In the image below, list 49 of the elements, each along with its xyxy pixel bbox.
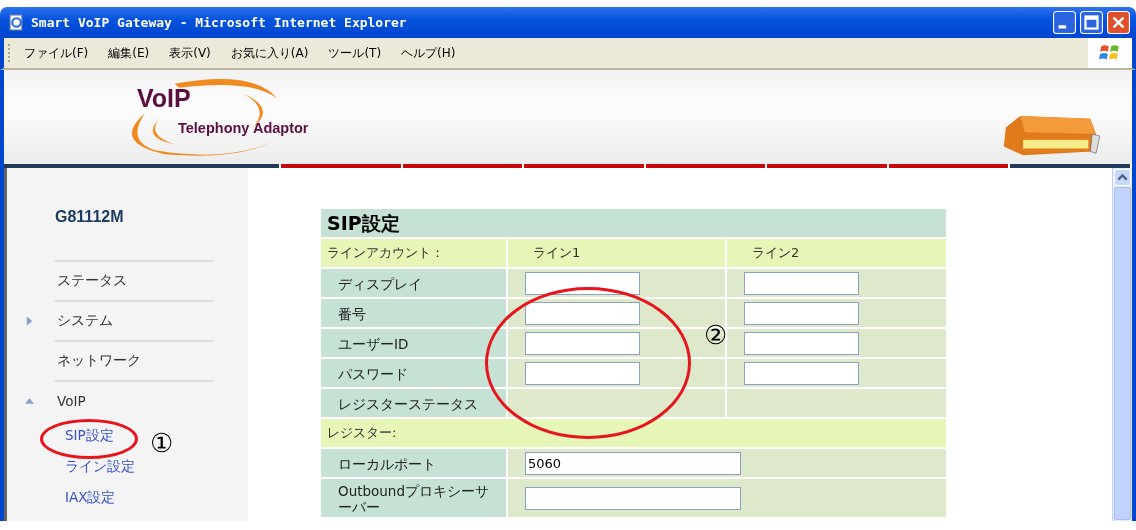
nav-item[interactable]: システム [57, 312, 113, 330]
close-button[interactable] [1107, 11, 1130, 34]
input-field[interactable] [744, 331, 859, 355]
section-heading: レジスター: [321, 419, 946, 447]
nav-link[interactable]: ライン設定 [65, 451, 135, 482]
column-header: ライン1 [508, 239, 725, 267]
logo-title: VoIP [137, 84, 191, 113]
row-label: ユーザーID [321, 329, 506, 357]
row-label: レジスターステータス [321, 389, 506, 417]
scroll-thumb[interactable] [1114, 187, 1131, 520]
input-field[interactable] [525, 301, 640, 325]
input-field[interactable] [744, 361, 859, 385]
menu-item[interactable]: ヘルプ(H) [401, 44, 456, 62]
annotation-number: ② [704, 320, 727, 350]
menu-item[interactable]: 編集(E) [108, 44, 150, 62]
nav-item[interactable]: ネットワーク [57, 352, 141, 370]
row-label: ディスプレイ [321, 269, 506, 297]
maximize-button[interactable] [1080, 11, 1103, 34]
device-name: G81112M [55, 208, 125, 227]
menu-item[interactable]: お気に入り(A) [230, 44, 309, 62]
logo-subtitle: Telephony Adaptor [178, 120, 309, 136]
input-field[interactable] [744, 271, 859, 295]
menu-item[interactable]: ファイル(F) [24, 44, 89, 62]
scroll-up-button [1114, 169, 1131, 186]
toolbar-grip [8, 44, 12, 62]
input-field[interactable]: 5060 [525, 451, 741, 475]
nav-link[interactable]: SIP設定 [65, 420, 114, 451]
minimize-button[interactable] [1053, 11, 1076, 34]
row-label: Outboundプロキシーサーバー [321, 479, 506, 517]
nav-item[interactable]: VoIP [57, 393, 86, 409]
column-header: ライン2 [727, 239, 946, 267]
menu-item[interactable]: ツール(T) [328, 44, 382, 62]
window-title: Smart VoIP Gateway - Microsoft Internet Explorer [31, 15, 407, 30]
section-heading: ラインアカウント： [321, 239, 506, 267]
input-field[interactable] [525, 486, 741, 510]
input-field[interactable] [525, 271, 640, 295]
page-icon [8, 14, 25, 31]
scrollbar[interactable] [1112, 168, 1132, 521]
row-label: ローカルポート [321, 449, 506, 477]
menu-item[interactable]: 表示(V) [169, 44, 211, 62]
row-label: パスワード [321, 359, 506, 387]
table-title: SIP設定 [321, 209, 946, 237]
nav-link[interactable]: IAX設定 [65, 482, 116, 513]
row-label: 番号 [321, 299, 506, 327]
input-field[interactable] [525, 331, 640, 355]
annotation-number: ① [150, 428, 173, 458]
input-field[interactable] [744, 301, 859, 325]
input-field[interactable] [525, 361, 640, 385]
nav-item[interactable]: ステータス [57, 272, 127, 290]
